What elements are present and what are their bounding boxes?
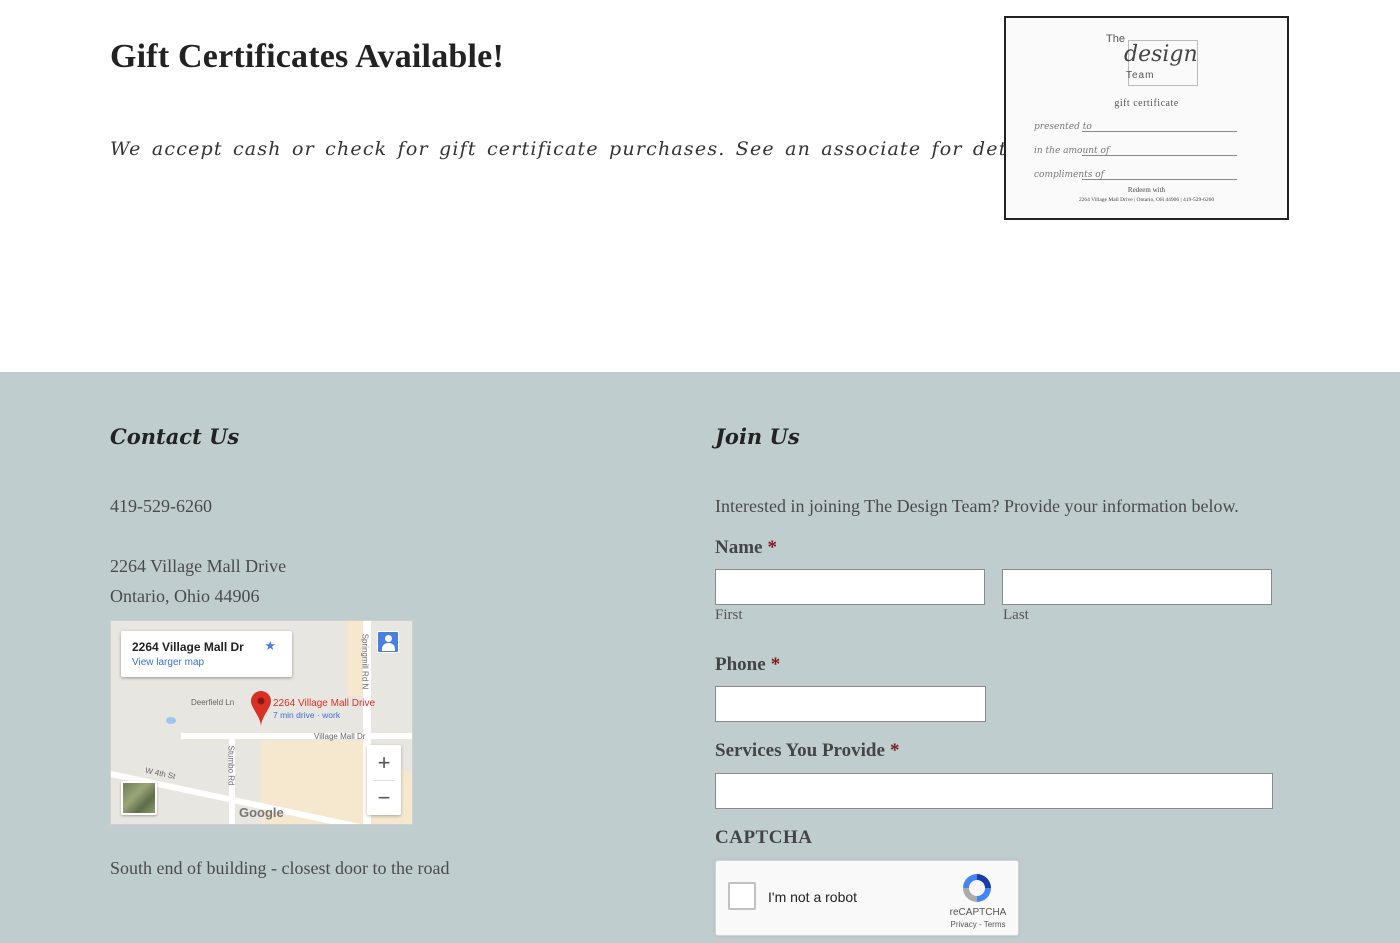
map-road-label: Springmill Rd N (360, 633, 370, 690)
gift-certificate-text: We accept cash or check for gift certifi… (110, 138, 1053, 160)
gift-certificate-title: Gift Certificates Available! (110, 38, 504, 75)
contact-note: South end of building - closest door to … (110, 858, 450, 878)
certificate-address: 2264 Village Mall Drive | Ontario, OH 44… (1078, 197, 1215, 203)
name-label: Name * (715, 537, 777, 559)
gift-certificate-image: The design Team gift certificate present… (1004, 16, 1289, 220)
map-info-card: 2264 Village Mall Dr View larger map ★ (121, 631, 292, 677)
recaptcha-checkbox-label: I'm not a robot (768, 889, 858, 905)
certificate-subtitle: gift certificate (1114, 98, 1179, 109)
satellite-thumbnail-icon[interactable] (121, 781, 157, 815)
map-road-label: Village Mall Dr (314, 732, 366, 741)
join-title: Join Us (715, 424, 800, 449)
first-name-input[interactable] (715, 569, 985, 605)
embedded-map[interactable]: Deerfield Ln Village Mall Dr W 4th St St… (110, 620, 413, 825)
recaptcha-widget: I'm not a robot reCAPTCHA Privacy - Term… (715, 860, 1019, 936)
services-label: Services You Provide * (715, 740, 899, 762)
footer: Contact Us 419-529-6260 2264 Village Mal… (0, 372, 1400, 943)
google-logo: Google (239, 805, 284, 820)
map-zoom-control: + − (367, 745, 401, 815)
first-name-sublabel: First (715, 607, 743, 623)
star-icon[interactable]: ★ (264, 639, 276, 654)
view-larger-map-link[interactable]: View larger map (132, 657, 204, 668)
last-name-input[interactable] (1002, 569, 1272, 605)
map-pin-icon[interactable] (251, 691, 271, 727)
zoom-out-icon[interactable]: − (367, 780, 401, 815)
map-road-label: Deerfield Ln (191, 698, 235, 707)
join-intro: Interested in joining The Design Team? P… (715, 496, 1239, 516)
name-label-text: Name (715, 537, 763, 558)
certificate-redeem: Redeem with (1127, 186, 1166, 194)
required-mark: * (889, 740, 900, 761)
zoom-in-icon[interactable]: + (367, 745, 401, 780)
captcha-label: CAPTCHA (715, 827, 813, 848)
contact-address-line2: Ontario, Ohio 44906 (110, 586, 260, 606)
recaptcha-logo-icon (963, 874, 991, 902)
services-input[interactable] (715, 773, 1273, 809)
recaptcha-links[interactable]: Privacy - Terms (940, 920, 1016, 929)
certificate-row: compliments of (1034, 168, 1237, 182)
services-label-text: Services You Provide (715, 740, 885, 761)
last-name-sublabel: Last (1003, 607, 1029, 623)
phone-label: Phone * (715, 654, 780, 676)
map-card-title: 2264 Village Mall Dr (132, 640, 244, 654)
contact-title: Contact Us (110, 424, 240, 449)
map-pin-sublabel: 7 min drive · work (273, 710, 341, 720)
certificate-row: in the amount of (1034, 144, 1237, 158)
certificate-logo-design: design (1124, 42, 1198, 67)
required-mark: * (767, 537, 777, 558)
contact-phone-link[interactable]: 419-529-6260 (110, 496, 212, 517)
phone-input[interactable] (715, 686, 986, 722)
person-icon[interactable] (377, 631, 399, 653)
gift-certificate-section: Gift Certificates Available! We accept c… (0, 0, 1400, 372)
map-road-label: Stumbo Rd (226, 745, 236, 786)
contact-address-line1: 2264 Village Mall Drive (110, 556, 287, 576)
phone-label-text: Phone (715, 654, 766, 675)
certificate-logo-team: Team (1126, 70, 1155, 81)
recaptcha-brand: reCAPTCHA (949, 907, 1007, 918)
certificate-row: presented to (1034, 120, 1237, 134)
required-mark: * (770, 654, 781, 675)
certificate-logo-the: The (1106, 33, 1125, 45)
map-pin-label: 2264 Village Mall Drive (273, 698, 376, 709)
recaptcha-checkbox[interactable] (728, 882, 756, 910)
